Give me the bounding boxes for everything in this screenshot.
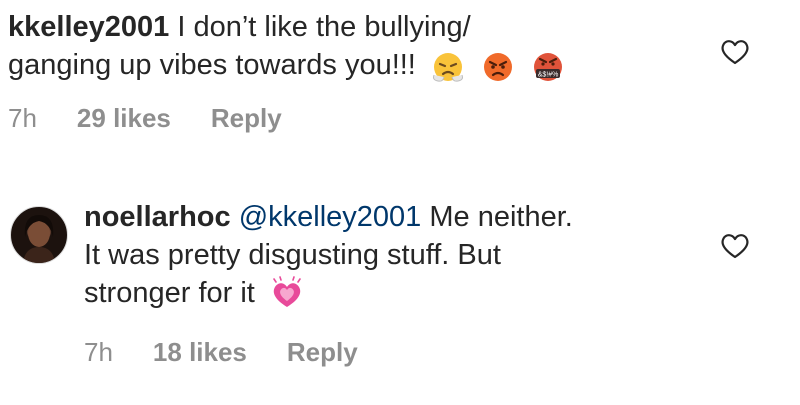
cursing-symbols: &$!#% [538, 72, 559, 79]
comment-username[interactable]: kkelley2001 [8, 11, 169, 43]
reply-button[interactable]: Reply [287, 337, 358, 368]
like-heart-icon[interactable] [720, 38, 750, 66]
angry-face-icon [484, 53, 512, 82]
comment-text-line1: Me neither. [421, 201, 573, 233]
likes-count[interactable]: 18 likes [153, 337, 247, 368]
comment-text: kkelley2001 I don’t like the bullying/ g… [8, 8, 688, 84]
comment-text-line3: stronger for it [84, 277, 255, 309]
reply-button[interactable]: Reply [211, 103, 282, 134]
comment-meta: 7h 29 likes Reply [8, 103, 282, 134]
cursing-face-icon: &$!#% [534, 53, 563, 82]
comment-text-line2: ganging up vibes towards you!!! [8, 49, 416, 81]
face-with-steam-icon [432, 53, 463, 82]
comment-time: 7h [8, 103, 37, 133]
comment-meta: 7h 18 likes Reply [84, 337, 358, 368]
likes-count[interactable]: 29 likes [77, 103, 171, 134]
comment-username[interactable]: noellarhoc [84, 201, 231, 233]
avatar[interactable] [10, 206, 68, 264]
comment-mention-link[interactable]: @kkelley2001 [239, 201, 422, 233]
growing-heart-icon [273, 276, 301, 308]
like-heart-icon[interactable] [720, 232, 750, 260]
comment-text-line2: It was pretty disgusting stuff. But [84, 239, 501, 271]
avatar-photo [23, 215, 55, 263]
comment-text: noellarhoc @kkelley2001 Me neither. It w… [84, 198, 704, 312]
comment-text-line1: I don’t like the bullying/ [169, 11, 471, 43]
comment-time: 7h [84, 337, 113, 367]
